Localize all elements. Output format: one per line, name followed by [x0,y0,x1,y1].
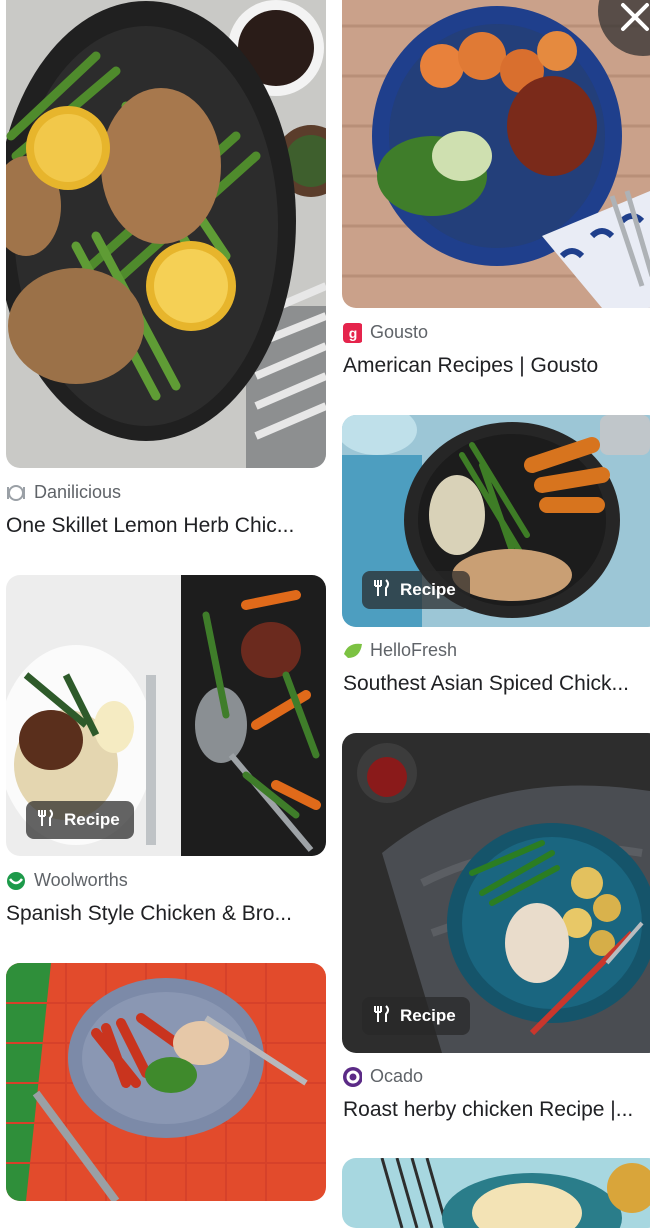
result-source-name: Ocado [370,1066,424,1086]
woolworths-icon [6,871,26,891]
recipe-badge-label: Recipe [400,580,456,599]
result-image-card[interactable] [6,0,326,468]
result-image-card[interactable]: Recipe [342,415,650,627]
result-image-card[interactable] [6,963,326,1201]
result-title[interactable]: American Recipes | Gousto [343,354,643,378]
result-source[interactable]: Woolworths [6,870,128,891]
result-title[interactable]: One Skillet Lemon Herb Chic... [6,514,316,538]
result-source-name: Danilicious [34,482,122,502]
recipe-badge-label: Recipe [64,810,120,829]
hellofresh-icon [342,641,362,661]
result-title[interactable]: Southest Asian Spiced Chick... [343,672,643,696]
result-image-card[interactable] [342,1158,650,1228]
recipe-badge-label: Recipe [400,1006,456,1025]
result-source-name: HelloFresh [370,640,458,660]
recipe-badge: Recipe [362,571,470,609]
result-source[interactable]: HelloFresh [342,640,457,661]
gousto-icon: g [342,322,362,343]
result-image-card[interactable]: Recipe [342,733,650,1053]
result-source[interactable]: g Gousto [342,322,428,343]
plate-icon [6,483,26,503]
result-source[interactable]: Danilicious [6,482,121,503]
result-image [342,1158,650,1228]
result-image [6,963,326,1201]
svg-text:g: g [349,325,358,341]
result-title[interactable]: Spanish Style Chicken & Bro... [6,902,316,926]
result-source[interactable]: Ocado [342,1066,423,1087]
result-image-card[interactable] [342,0,650,308]
result-source-name: Woolworths [34,870,128,890]
recipe-badge: Recipe [362,997,470,1035]
result-image-card[interactable]: Recipe [6,575,326,856]
result-image [342,0,650,308]
result-image [6,0,326,468]
ocado-icon [342,1066,362,1087]
result-title[interactable]: Roast herby chicken Recipe |... [343,1098,643,1122]
cutlery-icon [372,1004,392,1029]
recipe-badge: Recipe [26,801,134,839]
cutlery-icon [36,808,56,833]
close-icon [619,1,650,38]
result-source-name: Gousto [370,322,429,342]
cutlery-icon [372,578,392,603]
